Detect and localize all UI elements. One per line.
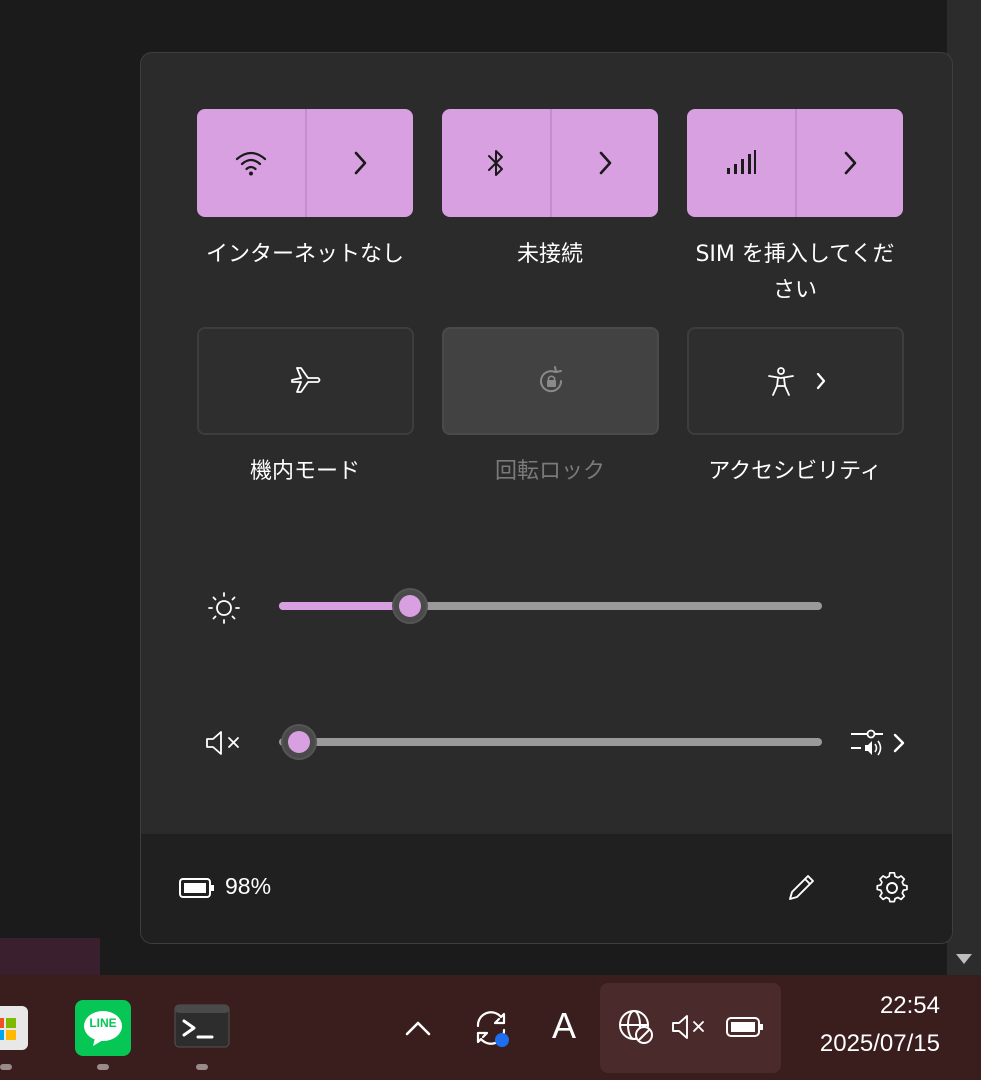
line-icon[interactable]: LINE — [75, 1000, 131, 1056]
volume-slider-track[interactable] — [279, 738, 822, 746]
cellular-label-line1: SIM を挿入してくだ — [695, 242, 895, 267]
bluetooth-tile — [442, 109, 658, 217]
wifi-tile-label: インターネットなし — [205, 242, 404, 267]
cellular-toggle-button[interactable] — [687, 109, 795, 217]
chevron-up-icon[interactable] — [398, 1008, 438, 1048]
clock-time[interactable]: 22:54 — [780, 992, 940, 1020]
scroll-down-icon[interactable] — [953, 950, 975, 968]
wifi-icon — [235, 151, 267, 176]
rotation-lock-button[interactable] — [442, 327, 659, 435]
ime-mode-indicator[interactable]: A — [546, 1004, 582, 1048]
background-window-fragment — [0, 938, 100, 975]
chevron-right-icon — [354, 151, 367, 175]
bluetooth-toggle-button[interactable] — [442, 109, 550, 217]
rotation-lock-icon — [539, 366, 562, 393]
chevron-right-icon — [599, 151, 612, 175]
store-running-indicator — [0, 1064, 12, 1070]
speaker-muted-icon — [668, 1008, 710, 1046]
airplane-mode-button[interactable] — [197, 327, 414, 435]
brightness-slider-thumb[interactable] — [391, 588, 428, 624]
battery-icon — [177, 873, 217, 903]
wifi-tile — [197, 109, 413, 217]
terminal-icon[interactable] — [174, 1004, 230, 1048]
cellular-expand-button[interactable] — [795, 109, 903, 217]
sound-mixer-icon — [851, 729, 905, 756]
chevron-right-icon — [844, 151, 857, 175]
line-logo-text: LINE — [89, 1016, 117, 1030]
bluetooth-icon — [488, 150, 503, 176]
clock-date[interactable]: 2025/07/15 — [780, 1030, 940, 1058]
terminal-running-indicator — [196, 1064, 208, 1070]
accessibility-label: アクセシビリティ — [708, 459, 882, 484]
brightness-icon — [205, 589, 243, 627]
cellular-signal-icon — [727, 150, 756, 174]
speaker-muted-icon[interactable] — [201, 725, 247, 761]
bluetooth-tile-label: 未接続 — [516, 242, 583, 267]
volume-slider-thumb[interactable] — [281, 724, 317, 760]
cellular-tile-label: SIM を挿入してくだ さい — [675, 237, 915, 309]
chevron-right-icon — [816, 372, 825, 390]
brightness-slider-fill — [279, 602, 410, 610]
sound-mixer-button[interactable] — [845, 725, 917, 761]
airplane-mode-label: 機内モード — [249, 459, 360, 484]
pencil-icon[interactable] — [781, 868, 821, 908]
line-running-indicator — [97, 1064, 109, 1070]
battery-icon — [723, 1010, 767, 1044]
globe-no-internet-icon — [615, 1006, 657, 1048]
battery-percentage: 98% — [225, 873, 272, 899]
store-icon[interactable] — [0, 1000, 30, 1056]
gear-icon[interactable] — [872, 868, 912, 908]
cellular-tile — [687, 109, 903, 217]
airplane-icon — [290, 367, 320, 393]
sync-icon[interactable] — [468, 1004, 516, 1052]
cellular-label-line2: さい — [772, 278, 817, 303]
quick-settings-panel: インターネットなし 未接続 SIM を挿入してくだ さい 機内モード 回転ロック… — [140, 52, 953, 944]
bluetooth-expand-button[interactable] — [550, 109, 658, 217]
rotation-lock-label: 回転ロック — [494, 459, 605, 484]
wifi-toggle-button[interactable] — [197, 109, 305, 217]
wifi-expand-button[interactable] — [305, 109, 413, 217]
accessibility-button[interactable] — [687, 327, 904, 435]
accessibility-icon — [767, 367, 794, 396]
